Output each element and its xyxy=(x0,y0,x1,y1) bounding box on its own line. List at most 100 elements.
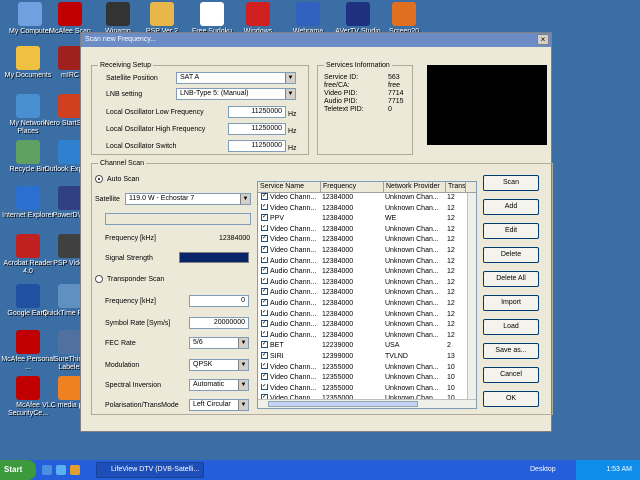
chevron-down-icon[interactable]: ▼ xyxy=(238,338,248,348)
checkbox-checked-icon[interactable]: ✓ xyxy=(261,330,268,338)
lnb-setting-select[interactable]: LNB-Type 5: (Manual) ▼ xyxy=(176,88,296,100)
table-row[interactable]: ✓Video Chann...12384000Unknown Chan...12 xyxy=(258,224,476,236)
media-player-quicklaunch-icon[interactable] xyxy=(70,465,80,475)
fec-rate-select[interactable]: 5/6 ▼ xyxy=(189,337,249,349)
checkbox-checked-icon[interactable]: ✓ xyxy=(261,351,268,359)
show-desktop-icon[interactable] xyxy=(42,465,52,475)
lo-low-input[interactable]: 11250000 xyxy=(228,106,286,118)
table-cell: ✓ Audio Chann... xyxy=(258,320,321,331)
checkbox-checked-icon[interactable]: ✓ xyxy=(261,373,268,380)
delete-button[interactable]: Delete xyxy=(483,247,539,263)
scan-button[interactable]: Scan xyxy=(483,175,539,191)
scrollbar-thumb[interactable] xyxy=(268,401,418,407)
chevron-down-icon[interactable]: ▼ xyxy=(240,194,250,204)
save-as-button[interactable]: Save as... xyxy=(483,343,539,359)
column-header[interactable]: Frequency xyxy=(321,182,384,192)
column-header[interactable]: Network Provider xyxy=(384,182,446,192)
table-row[interactable]: ✓Video Chann...12384000Unknown Chan...12 xyxy=(258,235,476,246)
table-row[interactable]: ✓Video Chann...12355000Unknown Chan...10 xyxy=(258,362,476,374)
fec-rate-label: FEC Rate xyxy=(105,340,136,347)
screen20-icon[interactable]: Screen20 xyxy=(376,2,432,36)
table-row[interactable]: ✓ Audio Chann... 12384000 Unknown Chan... 12 xyxy=(258,309,476,321)
close-icon[interactable]: × xyxy=(537,34,549,45)
start-button[interactable]: Start xyxy=(0,460,36,480)
webrama-icon[interactable]: Webrama xyxy=(280,2,336,36)
satellite-position-select[interactable]: SAT A ▼ xyxy=(176,72,296,84)
psp-ver2-icon[interactable]: PSP Ver 2 xyxy=(134,2,190,36)
checkbox-checked-icon[interactable]: ✓ xyxy=(261,320,268,327)
table-cell: 12384000 xyxy=(321,299,384,310)
cell-text: 12355000 xyxy=(322,384,354,392)
checkbox-checked-icon[interactable]: ✓ xyxy=(261,298,268,306)
checkbox-checked-icon[interactable]: ✓ xyxy=(261,362,268,370)
table-cell: 10 xyxy=(446,373,466,384)
checkbox-checked-icon[interactable]: ✓ xyxy=(261,267,268,274)
polarisation-select[interactable]: Left Circular ▼ xyxy=(189,399,249,411)
services-info-value: free xyxy=(388,82,401,89)
checkbox-checked-icon[interactable]: ✓ xyxy=(261,235,268,243)
channel-list-table[interactable]: Service Name Frequency Network Provider Tra… xyxy=(257,181,477,409)
table-row[interactable]: ✓ Audio Chann... 12384000 Unknown Chan... 12 xyxy=(258,277,476,289)
checkbox-checked-icon[interactable]: ✓ xyxy=(261,288,268,295)
checkbox-checked-icon[interactable]: ✓ xyxy=(261,193,268,200)
ok-button[interactable]: OK xyxy=(483,391,539,407)
table-row[interactable]: ✓ Audio Chann... 12384000 Unknown Chan... 12 xyxy=(258,298,476,310)
table-row[interactable]: ✓ Audio Chann... 12384000 Unknown Chan... 12 xyxy=(258,288,476,299)
vertical-scrollbar[interactable] xyxy=(467,193,476,399)
checkbox-checked-icon[interactable]: ✓ xyxy=(261,203,268,211)
table-row[interactable]: ✓Video Chann...12355000Unknown Chan...10 xyxy=(258,383,476,395)
checkbox-checked-icon[interactable]: ✓ xyxy=(261,214,268,221)
lo-switch-input[interactable]: 11250000 xyxy=(228,140,286,152)
table-row[interactable]: ✓ Audio Chann... 12384000 Unknown Chan... 12 xyxy=(258,267,476,278)
checkbox-checked-icon[interactable]: ✓ xyxy=(261,309,268,317)
delete-all-button[interactable]: Delete All xyxy=(483,271,539,287)
spectral-inversion-select[interactable]: Automatic ▼ xyxy=(189,379,249,391)
desktop-toolbar-label[interactable]: Desktop xyxy=(530,460,556,480)
auto-scan-radio[interactable] xyxy=(95,175,103,183)
table-row[interactable]: ✓ Audio Chann... 12384000 Unknown Chan... 12 xyxy=(258,320,476,331)
cancel-button[interactable]: Cancel xyxy=(483,367,539,383)
table-row[interactable]: ✓ PPV 12384000 WE 12 xyxy=(258,214,476,225)
table-cell: 12384000 xyxy=(321,267,384,278)
table-row[interactable]: ✓Video Chann...12384000Unknown Chan...12 xyxy=(258,203,476,215)
chevron-down-icon[interactable]: ▼ xyxy=(238,360,248,370)
lnb-setting-value: LNB-Type 5: (Manual) xyxy=(180,90,249,97)
modulation-select[interactable]: QPSK ▼ xyxy=(189,359,249,371)
table-cell: ✓Video Chann... xyxy=(258,383,321,395)
satellite-select[interactable]: 119.0 W - Echostar 7 ▼ xyxy=(125,193,251,205)
table-row[interactable]: ✓ Audio Chann... 12384000 Unknown Chan... 12 xyxy=(258,256,476,268)
table-cell: Unknown Chan... xyxy=(384,257,446,268)
checkbox-checked-icon[interactable]: ✓ xyxy=(261,245,268,253)
transponder-scan-radio[interactable] xyxy=(95,275,103,283)
checkbox-checked-icon[interactable]: ✓ xyxy=(261,224,268,232)
chevron-down-icon[interactable]: ▼ xyxy=(285,73,295,83)
symbol-rate-input[interactable]: 20000000 xyxy=(189,317,249,329)
lo-high-input[interactable]: 11250000 xyxy=(228,123,286,135)
column-header[interactable]: Service Name xyxy=(258,182,321,192)
checkbox-checked-icon[interactable]: ✓ xyxy=(261,256,268,264)
table-row[interactable]: ✓Video Chann...12355000Unknown Chan...10 xyxy=(258,373,476,384)
internet-explorer-quicklaunch-icon[interactable] xyxy=(56,465,66,475)
chevron-down-icon[interactable]: ▼ xyxy=(238,380,248,390)
horizontal-scrollbar[interactable] xyxy=(258,399,476,408)
column-header[interactable]: Trans xyxy=(446,182,466,192)
table-row[interactable]: ✓Video Chann...12384000Unknown Chan...12 xyxy=(258,245,476,257)
table-row[interactable]: ✓ SIRI 12399000 TVLND 13 xyxy=(258,351,476,363)
chevron-down-icon[interactable]: ▼ xyxy=(238,400,248,410)
hz-unit-label: Hz xyxy=(288,145,297,152)
checkbox-checked-icon[interactable]: ✓ xyxy=(261,277,268,285)
chevron-down-icon[interactable]: ▼ xyxy=(285,89,295,99)
dialog-title-bar[interactable]: Scan new Frequency... × xyxy=(81,33,551,47)
table-row[interactable]: ✓ BET 12239000 USA 2 xyxy=(258,341,476,352)
edit-button[interactable]: Edit xyxy=(483,223,539,239)
import-button[interactable]: Import xyxy=(483,295,539,311)
table-row[interactable]: ✓Video Chann...12384000Unknown Chan...12 xyxy=(258,193,476,204)
tp-frequency-input[interactable]: 0 xyxy=(189,295,249,307)
add-button[interactable]: Add xyxy=(483,199,539,215)
checkbox-checked-icon[interactable]: ✓ xyxy=(261,341,268,348)
windows-icon[interactable]: Windows xyxy=(230,2,286,36)
taskbar-item-lifeview[interactable]: LifeView DTV (DVB-Satelli... xyxy=(96,462,204,478)
load-button[interactable]: Load xyxy=(483,319,539,335)
checkbox-checked-icon[interactable]: ✓ xyxy=(261,383,268,391)
table-row[interactable]: ✓ Audio Chann... 12384000 Unknown Chan... 12 xyxy=(258,330,476,342)
